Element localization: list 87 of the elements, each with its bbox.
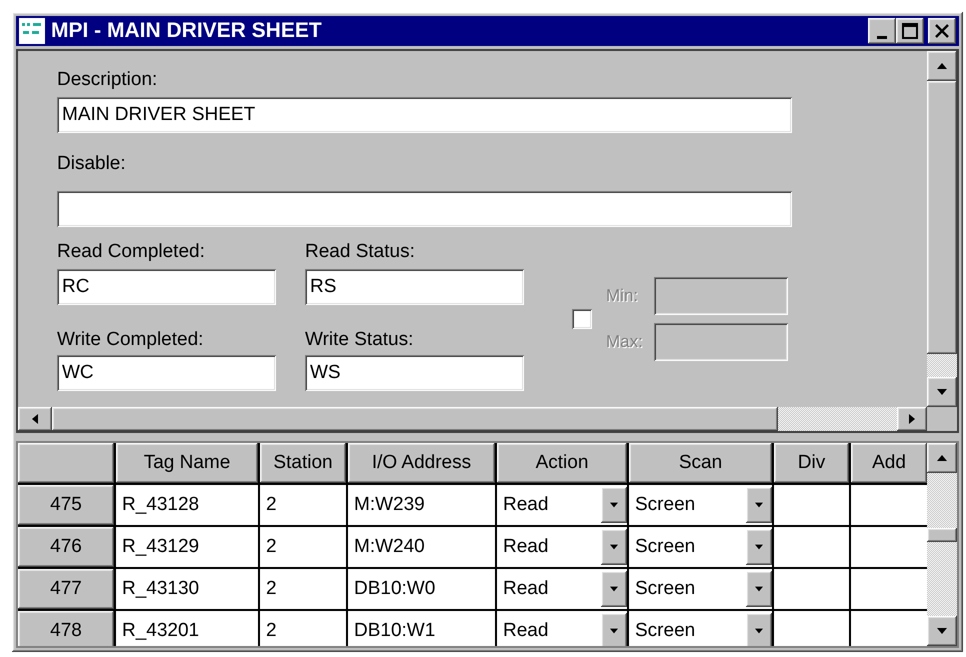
column-header[interactable]: Scan xyxy=(629,443,772,483)
down-arrow-icon xyxy=(937,626,947,636)
action-dropdown[interactable]: Read xyxy=(497,485,627,525)
write-completed-field[interactable]: WC xyxy=(57,355,276,391)
dropdown-button[interactable] xyxy=(746,529,772,565)
disable-field[interactable] xyxy=(57,191,792,227)
min-label: Min: xyxy=(606,286,640,306)
field-label: Write Status: xyxy=(305,329,414,351)
scan-dropdown[interactable]: Screen xyxy=(629,569,772,609)
caret-icon xyxy=(610,627,618,635)
close-button[interactable] xyxy=(928,18,956,44)
column-header[interactable]: Add xyxy=(851,443,927,483)
table-cell: R_43201 xyxy=(116,611,258,646)
table-cell: M:W239 xyxy=(348,485,495,525)
scroll-thumb[interactable] xyxy=(927,528,957,542)
table-cell: R_43128 xyxy=(116,485,258,525)
column-header[interactable]: I/O Address xyxy=(348,443,495,483)
vertical-scrollbar[interactable] xyxy=(927,51,957,407)
caret-icon xyxy=(755,543,763,551)
column-header[interactable]: Div xyxy=(774,443,849,483)
close-icon xyxy=(935,24,949,38)
dropdown-button[interactable] xyxy=(601,529,627,565)
scroll-track[interactable] xyxy=(927,354,957,377)
scan-dropdown[interactable]: Screen xyxy=(629,611,772,646)
table-cell: DB10:W0 xyxy=(348,569,495,609)
write-status-field[interactable]: WS xyxy=(305,355,524,391)
action-dropdown[interactable]: Read xyxy=(497,611,627,646)
field-label: Read Status: xyxy=(305,241,416,263)
column-header[interactable]: Tag Name xyxy=(116,443,258,483)
caret-icon xyxy=(755,501,763,509)
table-cell: M:W240 xyxy=(348,527,495,567)
minimize-icon xyxy=(877,36,887,38)
down-arrow-icon xyxy=(937,387,947,397)
field-label: Write Completed: xyxy=(57,329,204,351)
app-icon xyxy=(19,18,45,44)
caret-icon xyxy=(610,585,618,593)
table-cell: 2 xyxy=(260,569,346,609)
table-cell: 2 xyxy=(260,485,346,525)
max-label: Max: xyxy=(606,332,644,352)
action-dropdown[interactable]: Read xyxy=(497,527,627,567)
action-dropdown[interactable]: Read xyxy=(497,569,627,609)
scroll-up-button[interactable] xyxy=(927,443,957,473)
table-cell: R_43129 xyxy=(116,527,258,567)
field-label: Read Completed: xyxy=(57,241,206,263)
row-header[interactable]: 478 xyxy=(18,611,114,646)
dropdown-button[interactable] xyxy=(601,571,627,607)
row-header[interactable]: 476 xyxy=(18,527,114,567)
field-label: Description: xyxy=(57,69,158,91)
column-header[interactable]: Station xyxy=(260,443,346,483)
dropdown-button[interactable] xyxy=(746,571,772,607)
row-header[interactable]: 477 xyxy=(18,569,114,609)
table-cell: 2 xyxy=(260,527,346,567)
left-arrow-icon xyxy=(30,414,40,424)
minimize-button[interactable] xyxy=(868,18,896,44)
caret-icon xyxy=(610,501,618,509)
maximize-button[interactable] xyxy=(896,18,924,44)
scroll-left-button[interactable] xyxy=(18,407,52,431)
scroll-thumb[interactable] xyxy=(52,407,778,431)
up-arrow-icon xyxy=(937,61,947,71)
read-status-field[interactable]: RS xyxy=(305,269,524,305)
read-completed-field[interactable]: RC xyxy=(57,269,276,305)
scan-dropdown[interactable]: Screen xyxy=(629,485,772,525)
dropdown-button[interactable] xyxy=(746,487,772,523)
dropdown-button[interactable] xyxy=(601,487,627,523)
scroll-right-button[interactable] xyxy=(897,407,927,431)
scan-dropdown[interactable]: Screen xyxy=(629,527,772,567)
dropdown-button[interactable] xyxy=(601,613,627,646)
scroll-down-button[interactable] xyxy=(927,616,957,646)
caret-icon xyxy=(755,627,763,635)
maximize-icon xyxy=(902,23,918,39)
table-cell: R_43130 xyxy=(116,569,258,609)
dropdown-button[interactable] xyxy=(746,613,772,646)
caret-icon xyxy=(755,585,763,593)
scroll-thumb[interactable] xyxy=(927,81,957,354)
window-title: MPI - MAIN DRIVER SHEET xyxy=(51,19,323,43)
caret-icon xyxy=(610,543,618,551)
description-field[interactable]: MAIN DRIVER SHEET xyxy=(57,97,792,133)
up-arrow-icon xyxy=(937,453,947,463)
field-label: Disable: xyxy=(57,153,127,175)
table-cell: DB10:W1 xyxy=(348,611,495,646)
scroll-down-button[interactable] xyxy=(927,377,957,407)
row-header[interactable]: 475 xyxy=(18,485,114,525)
vertical-scrollbar[interactable] xyxy=(927,443,957,646)
right-arrow-icon xyxy=(907,414,917,424)
table-cell: 2 xyxy=(260,611,346,646)
scroll-up-button[interactable] xyxy=(927,51,957,81)
column-header[interactable]: Action xyxy=(497,443,627,483)
